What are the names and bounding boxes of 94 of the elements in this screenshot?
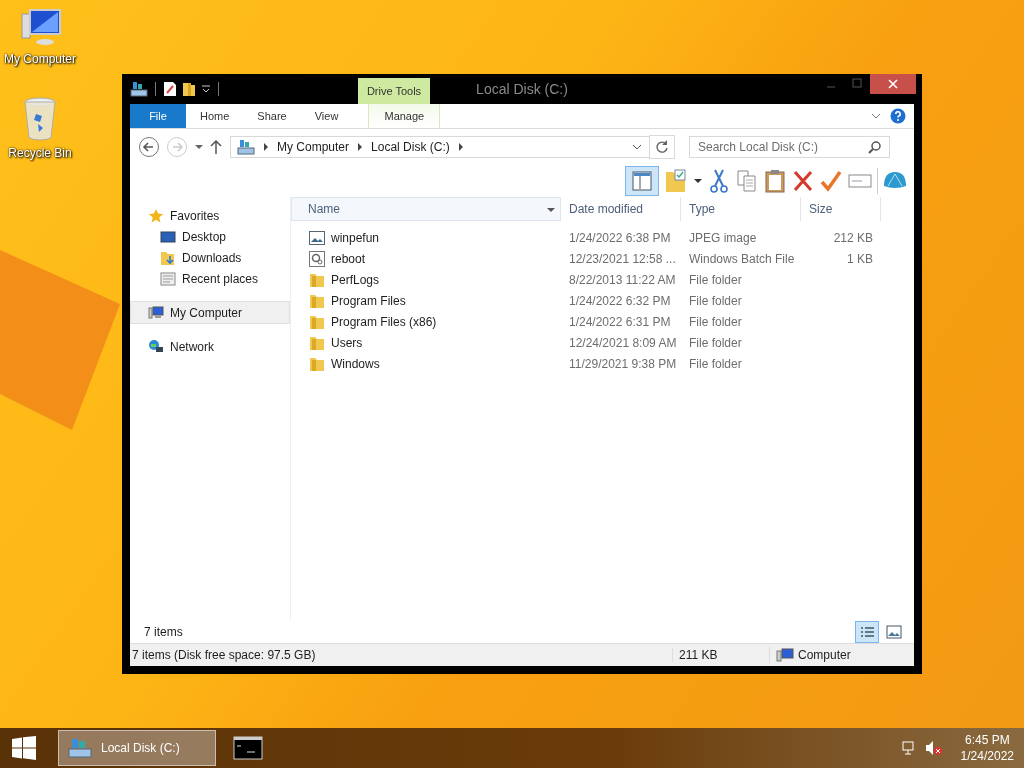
history-dropdown-icon[interactable] [194, 143, 204, 151]
search-field[interactable]: Search Local Disk (C:) [689, 136, 890, 158]
status-location: Computer [798, 648, 851, 662]
window-title: Local Disk (C:) [476, 81, 568, 97]
column-header[interactable]: Type [681, 197, 801, 221]
date-cell-text: 1/24/2022 6:31 PM [568, 314, 672, 329]
expand-ribbon-icon[interactable] [870, 111, 882, 121]
chevron-icon[interactable] [262, 142, 270, 152]
up-button[interactable] [210, 139, 222, 155]
address-bar[interactable]: My Computer Local Disk (C:) [230, 136, 650, 158]
type-cell-text: File folder [688, 356, 743, 371]
scissors-icon[interactable] [707, 168, 731, 194]
column-header[interactable]: Size [801, 197, 881, 221]
type-cell-text: Windows Batch File [688, 251, 796, 266]
nav-item[interactable]: Desktop [130, 226, 290, 247]
details-view-button[interactable] [855, 621, 879, 643]
gear-file-icon [309, 250, 325, 267]
nav-item[interactable]: Downloads [130, 247, 290, 268]
date-cell-text: 12/23/2021 12:58 ... [568, 251, 677, 266]
file-name[interactable]: reboot [331, 251, 366, 266]
date-cell-text: 1/24/2022 6:38 PM [568, 230, 672, 245]
type-cell-text: JPEG image [688, 230, 758, 245]
folder-icon [309, 334, 325, 351]
preview-pane-button[interactable] [625, 166, 659, 196]
breadcrumb[interactable]: My Computer [277, 140, 350, 154]
drive-icon[interactable] [130, 81, 148, 97]
date-cell-text: 1/24/2022 6:32 PM [568, 293, 672, 308]
dropdown-icon[interactable] [693, 177, 703, 185]
type-cell-text: File folder [688, 272, 743, 287]
date-cell-text: 8/22/2013 11:22 AM [568, 272, 677, 287]
folder-icon [309, 292, 325, 309]
console-icon [233, 736, 263, 760]
network-icon [148, 338, 164, 355]
nav-item[interactable]: Recent places [130, 268, 290, 289]
file-name[interactable]: PerfLogs [331, 272, 380, 287]
properties-icon[interactable] [163, 81, 177, 97]
chevron-icon[interactable] [456, 142, 465, 152]
file-name[interactable]: Users [331, 335, 363, 350]
star-icon [148, 207, 164, 224]
dropdown-icon[interactable] [201, 84, 211, 94]
item-count: 7 items [144, 625, 183, 639]
dropdown-icon[interactable] [631, 142, 643, 152]
date-cell-text: 11/29/2021 9:38 PM [568, 356, 678, 371]
file-name[interactable]: Windows [331, 356, 380, 371]
close-button[interactable] [870, 74, 916, 94]
paste-icon[interactable] [763, 168, 787, 194]
column-header[interactable]: Name [291, 197, 561, 221]
computer-icon [776, 647, 794, 663]
muted-speaker-icon[interactable] [924, 740, 943, 756]
type-cell-text: File folder [688, 314, 743, 329]
folder-icon [309, 313, 325, 330]
desktop-icon [160, 228, 176, 245]
drive-icon [67, 737, 93, 759]
type-cell-text: File folder [688, 335, 743, 350]
drive-icon [237, 139, 255, 155]
clock-time[interactable]: 6:45 PM [964, 732, 1010, 748]
nav-item[interactable]: My Computer [130, 301, 290, 324]
taskbar-button[interactable]: Local Disk (C:) [58, 730, 216, 766]
nav-item[interactable]: Network [130, 336, 290, 357]
recent-places-icon [160, 270, 176, 287]
clock-date[interactable]: 1/24/2022 [960, 748, 1014, 764]
column-header[interactable]: Date modified [561, 197, 681, 221]
file-name[interactable]: winpefun [331, 230, 380, 245]
recycle-bin-icon[interactable] [22, 96, 58, 142]
breadcrumb[interactable]: Local Disk (C:) [371, 140, 450, 154]
chevron-icon[interactable] [356, 142, 365, 152]
delete-icon[interactable] [791, 168, 815, 194]
status-size: 211 KB [672, 648, 769, 662]
ribbon-tab[interactable]: Manage [368, 104, 441, 128]
computer-icon[interactable] [18, 8, 62, 48]
computer-icon [148, 304, 164, 321]
dropdown-icon[interactable] [546, 206, 556, 214]
image-file-icon [309, 229, 325, 246]
folder-icon [309, 271, 325, 288]
size-cell-text: 212 KB [832, 230, 874, 245]
size-cell-text: 1 KB [846, 251, 874, 266]
date-cell-text: 12/24/2021 8:09 AM [568, 335, 678, 350]
windows-logo-icon[interactable] [10, 736, 38, 760]
back-button[interactable] [138, 136, 160, 158]
checkmark-icon[interactable] [819, 168, 843, 194]
help-icon[interactable] [890, 108, 906, 124]
folder-icon[interactable] [182, 81, 196, 97]
type-cell-text: File folder [688, 293, 743, 308]
ribbon-tab[interactable]: File [130, 104, 186, 128]
file-name[interactable]: Program Files (x86) [331, 314, 437, 329]
file-name[interactable]: Program Files [331, 293, 406, 308]
network-tray-icon[interactable] [900, 740, 917, 756]
search-icon[interactable] [868, 140, 882, 154]
folder-icon [309, 355, 325, 372]
nav-item[interactable]: Favorites [130, 205, 290, 226]
refresh-button[interactable] [649, 135, 675, 159]
downloads-icon [160, 249, 176, 266]
status-text: 7 items (Disk free space: 97.5 GB) [131, 648, 317, 662]
contextual-tab-header: Drive Tools [358, 78, 430, 104]
